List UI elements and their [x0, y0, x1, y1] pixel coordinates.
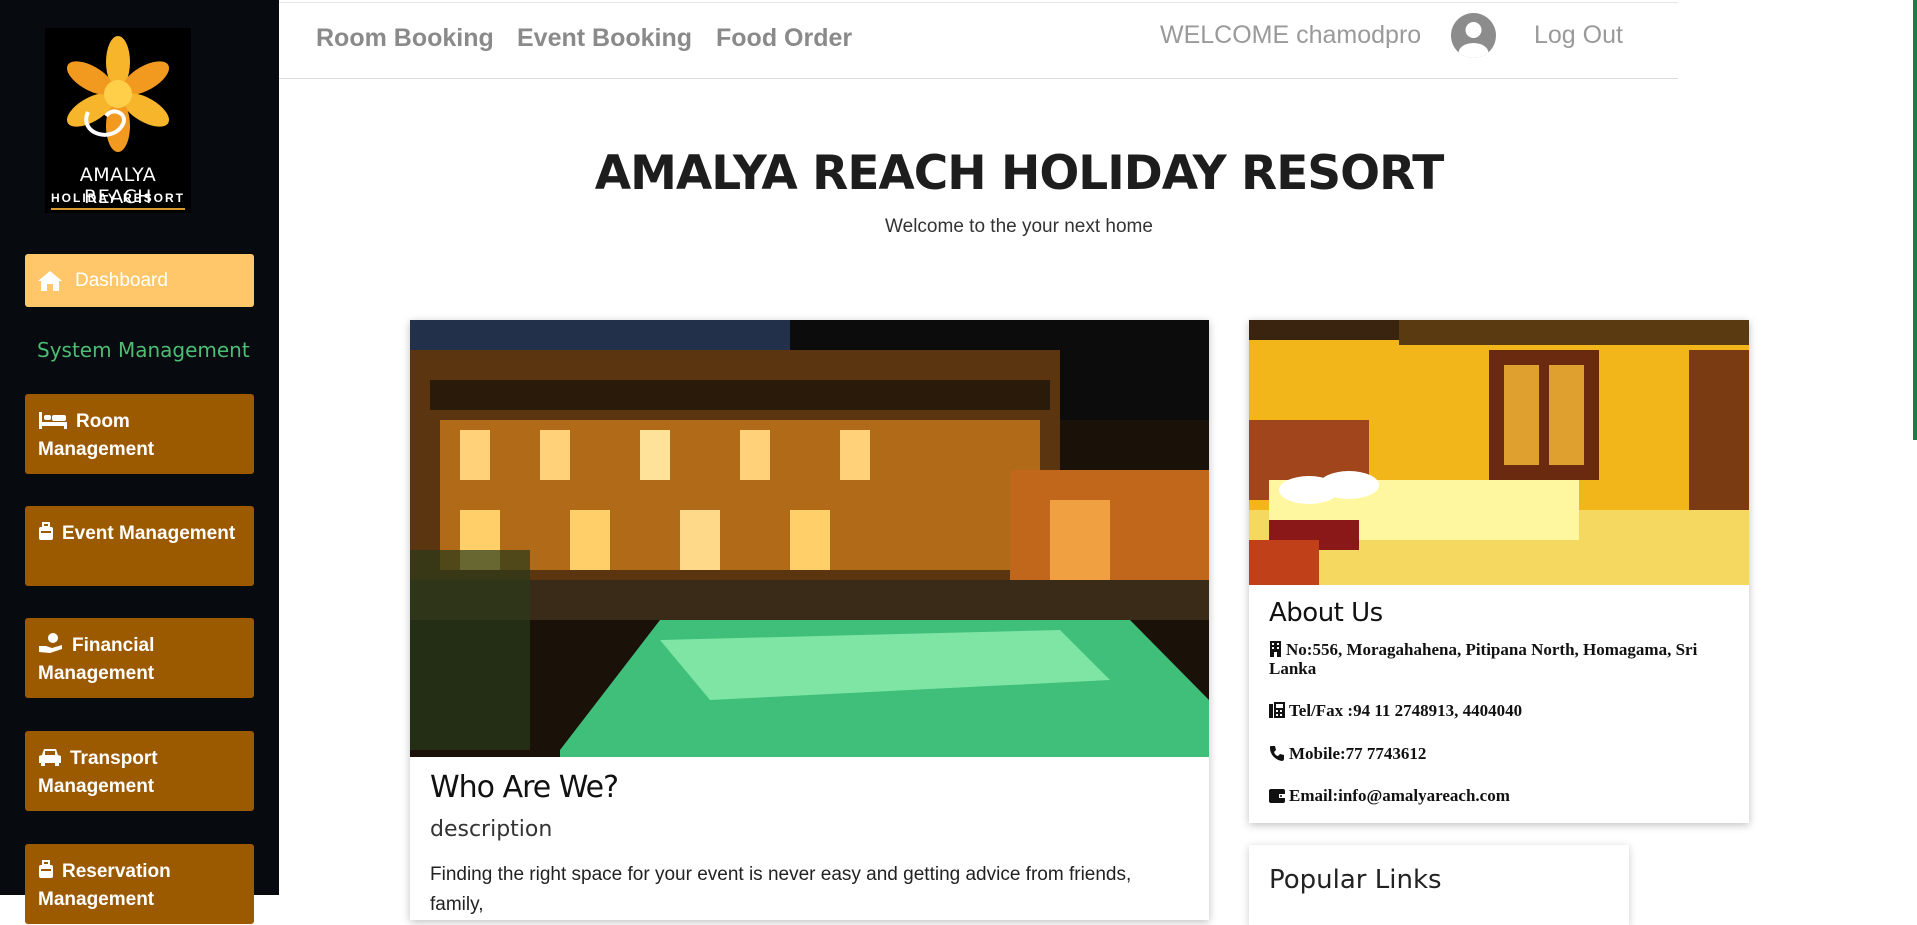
dashboard-button[interactable]: Dashboard	[25, 254, 254, 307]
about-us-card: About Us No:556, Moragahahena, Pitipana …	[1249, 320, 1749, 823]
about-us-heading: About Us	[1269, 598, 1383, 628]
top-navbar: Room Booking Event Booking Food Order WE…	[279, 2, 1678, 79]
flower-logo-icon	[66, 36, 170, 152]
page-title: AMALYA REACH HOLIDAY RESORT	[594, 146, 1445, 201]
mobile-text: Mobile:77 7743612	[1289, 744, 1427, 763]
building-icon	[1270, 641, 1281, 657]
sidebar-item-reservation-management[interactable]: Reservation Management	[25, 844, 254, 924]
logo-brand-tagline: HOLIDAY RESORT	[50, 191, 186, 205]
sidebar-item-label: Event Management	[62, 523, 236, 544]
resort-logo[interactable]: AMALYA REACH HOLIDAY RESORT	[45, 28, 191, 213]
popular-links-heading: Popular Links	[1269, 865, 1442, 895]
email-line: Email:info@amalyareach.com	[1269, 786, 1734, 805]
phone-icon	[1270, 746, 1284, 761]
sidebar-item-financial-management[interactable]: Financial Management	[25, 618, 254, 698]
who-are-we-card: Who Are We? description Finding the righ…	[410, 320, 1209, 920]
page-scrollbar[interactable]	[1913, 0, 1917, 440]
sidebar-item-transport-management[interactable]: Transport Management	[25, 731, 254, 811]
logo-underline	[51, 208, 185, 210]
tel-fax-text: Tel/Fax :94 11 2748913, 4404040	[1289, 701, 1523, 720]
resort-room-image	[1249, 320, 1749, 585]
car-icon	[39, 749, 61, 766]
mobile-line: Mobile:77 7743612	[1269, 744, 1734, 763]
sidebar-item-event-management[interactable]: Event Management	[25, 506, 254, 586]
sidebar-item-label: Reservation Management	[38, 861, 171, 910]
email-text: Email:info@amalyareach.com	[1289, 786, 1510, 805]
dashboard-label: Dashboard	[75, 269, 168, 291]
sidebar-item-room-management[interactable]: Room Management	[25, 394, 254, 474]
fax-icon	[1269, 702, 1285, 718]
logout-link[interactable]: Log Out	[1534, 21, 1623, 50]
wallet-icon	[1269, 789, 1285, 803]
tel-fax-line: Tel/Fax :94 11 2748913, 4404040	[1269, 701, 1734, 720]
page-subtitle: Welcome to the your next home	[885, 216, 1153, 237]
intro-paragraph: Finding the right space for your event i…	[430, 864, 1132, 915]
hand-holding-dollar-icon	[39, 633, 62, 653]
nav-room-booking[interactable]: Room Booking	[316, 24, 494, 53]
address-line: No:556, Moragahahena, Pitipana North, Ho…	[1269, 640, 1734, 678]
resort-pool-image	[410, 320, 1209, 757]
who-are-we-heading: Who Are We?	[430, 770, 619, 805]
suitcase-icon	[39, 522, 53, 540]
address-text: No:556, Moragahahena, Pitipana North, Ho…	[1269, 640, 1698, 678]
description-text: description	[430, 817, 553, 842]
sidebar: AMALYA REACH HOLIDAY RESORT Dashboard Sy…	[0, 0, 279, 924]
nav-food-order[interactable]: Food Order	[716, 24, 852, 53]
system-management-heading: System Management	[37, 338, 250, 362]
suitcase-icon	[39, 860, 53, 878]
bed-icon	[39, 412, 67, 429]
popular-links-card: Popular Links	[1249, 845, 1629, 925]
nav-event-booking[interactable]: Event Booking	[517, 24, 692, 53]
welcome-text: WELCOME chamodpro	[1160, 21, 1422, 49]
user-icon	[1458, 22, 1489, 58]
user-avatar-icon[interactable]	[1451, 13, 1496, 58]
home-icon	[38, 270, 62, 291]
